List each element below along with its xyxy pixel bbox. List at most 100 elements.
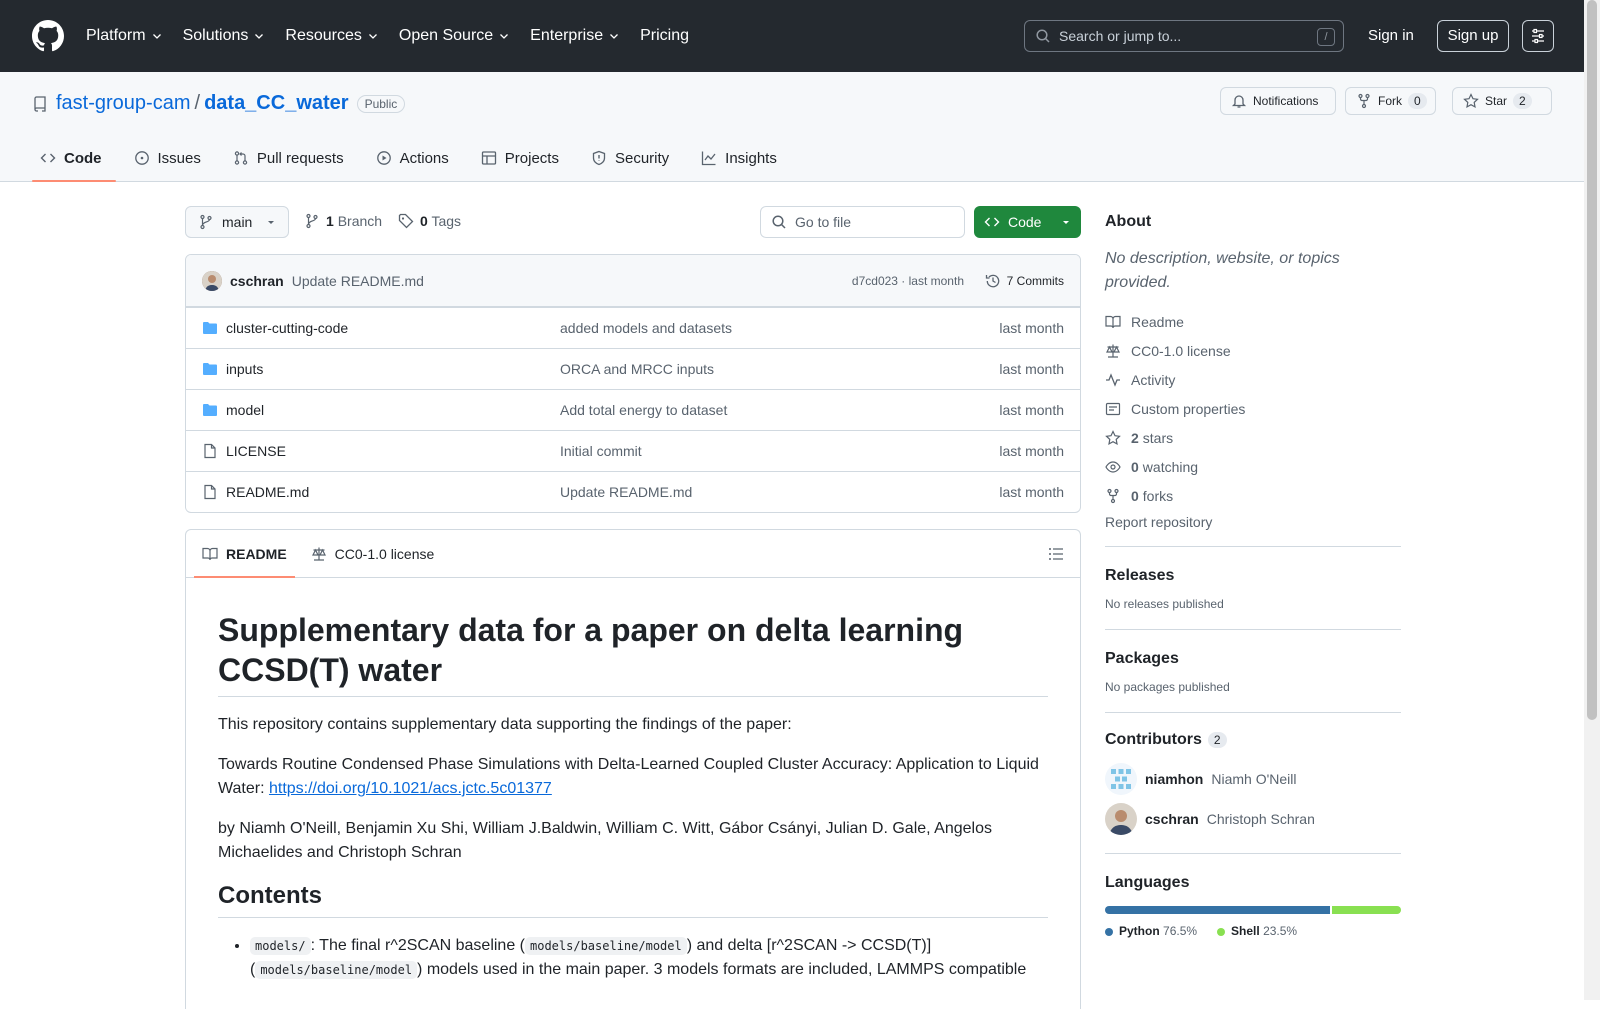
book-icon	[1105, 314, 1121, 330]
contents-heading: Contents	[218, 881, 1048, 918]
repo-owner-link[interactable]: fast-group-cam	[56, 92, 191, 115]
file-age: last month	[999, 361, 1064, 377]
search-input[interactable]: Search or jump to... /	[1024, 20, 1344, 52]
tab-projects[interactable]: Projects	[473, 134, 573, 182]
go-to-file-input[interactable]: Go to file	[760, 206, 965, 238]
shield-icon	[591, 150, 607, 166]
code-button-label: Code	[1008, 214, 1042, 230]
branches-link[interactable]: 1 Branch	[326, 213, 382, 229]
contributors-heading[interactable]: Contributors	[1105, 731, 1202, 749]
contributor-name: Niamh O'Neill	[1211, 771, 1297, 787]
avatar[interactable]	[202, 270, 222, 291]
forks-link[interactable]: 0 forks	[1105, 481, 1401, 510]
nav-open-source[interactable]: Open Source	[399, 27, 510, 45]
scrollbar[interactable]	[1584, 0, 1600, 1000]
readme-authors: by Niamh O'Neill, Benjamin Xu Shi, Willi…	[218, 820, 992, 861]
star-count: 2	[1513, 93, 1532, 109]
commits-link[interactable]: 7 Commits	[985, 273, 1064, 289]
file-commit-message[interactable]: ORCA and MRCC inputs	[560, 361, 714, 377]
commit-hash-time[interactable]: d7cd023 · last month	[852, 274, 964, 288]
nav-platform[interactable]: Platform	[86, 27, 163, 45]
packages-heading[interactable]: Packages	[1105, 650, 1401, 668]
commit-author[interactable]: cschran	[230, 273, 284, 289]
github-logo-icon[interactable]	[32, 20, 64, 52]
tab-insights[interactable]: Insights	[693, 134, 791, 182]
nav-label: Platform	[86, 27, 146, 44]
tab-pull-requests[interactable]: Pull requests	[225, 134, 358, 182]
readme-panel: README CC0-1.0 license Supplementary dat…	[185, 529, 1081, 1009]
watching-link[interactable]: 0 watching	[1105, 452, 1401, 481]
commit-message[interactable]: Update README.md	[292, 273, 424, 289]
divider	[1105, 853, 1401, 854]
go-to-file-placeholder: Go to file	[795, 214, 852, 230]
fork-button[interactable]: Fork 0	[1345, 87, 1436, 115]
avatar[interactable]	[1105, 803, 1137, 835]
nav-label: Solutions	[182, 27, 249, 44]
tab-issues[interactable]: Issues	[126, 134, 215, 182]
repo-name-link[interactable]: data_CC_water	[204, 92, 349, 115]
file-icon	[202, 443, 218, 459]
tab-actions[interactable]: Actions	[368, 134, 463, 182]
scrollbar-thumb[interactable]	[1587, 0, 1597, 720]
file-name[interactable]: cluster-cutting-code	[226, 320, 348, 336]
tab-license[interactable]: CC0-1.0 license	[303, 530, 443, 577]
watching-label: watching	[1142, 458, 1199, 475]
doi-link[interactable]: https://doi.org/10.1021/acs.jctc.5c01377	[269, 780, 552, 797]
activity-link[interactable]: Activity	[1105, 365, 1401, 394]
file-row[interactable]: model Add total energy to dataset last m…	[186, 389, 1080, 430]
file-commit-message[interactable]: Initial commit	[560, 443, 642, 459]
contributor-row[interactable]: cschran Christoph Schran	[1105, 799, 1401, 839]
tab-readme[interactable]: README	[194, 530, 295, 578]
releases-heading[interactable]: Releases	[1105, 567, 1401, 585]
avatar[interactable]	[1105, 763, 1137, 795]
nav-label: Resources	[285, 27, 362, 44]
contributors-count: 2	[1207, 732, 1227, 748]
file-toolbar: main 1 Branch 0 Tags Go to file Code	[185, 206, 1081, 238]
tab-security[interactable]: Security	[583, 134, 683, 182]
code-icon	[40, 150, 56, 166]
law-icon	[1105, 343, 1121, 359]
nav-solutions[interactable]: Solutions	[183, 27, 266, 45]
sign-in-link[interactable]: Sign in	[1368, 27, 1414, 44]
file-commit-message[interactable]: added models and datasets	[560, 320, 732, 336]
contents-list: models/: The final r^2SCAN baseline (mod…	[218, 934, 1048, 982]
file-commit-message[interactable]: Update README.md	[560, 484, 692, 500]
branch-select-button[interactable]: main	[185, 206, 289, 238]
sign-up-button[interactable]: Sign up	[1437, 20, 1509, 52]
tags-link[interactable]: 0 Tags	[420, 213, 461, 229]
file-name[interactable]: model	[226, 402, 264, 418]
fork-label: Fork	[1378, 94, 1402, 108]
caret-down-icon	[266, 217, 276, 227]
language-percent: 76.5%	[1163, 924, 1198, 938]
file-row[interactable]: LICENSE Initial commit last month	[186, 430, 1080, 471]
file-row[interactable]: README.md Update README.md last month	[186, 471, 1080, 512]
report-repository-link[interactable]: Report repository	[1105, 514, 1401, 530]
language-name: Python	[1119, 924, 1160, 938]
file-name[interactable]: inputs	[226, 361, 263, 377]
file-name[interactable]: README.md	[226, 484, 309, 500]
link-label: Activity	[1131, 371, 1176, 388]
stars-link[interactable]: 2 stars	[1105, 423, 1401, 452]
file-name[interactable]: LICENSE	[226, 443, 286, 459]
fork-icon	[1105, 488, 1121, 504]
list-item: models/: The final r^2SCAN baseline (mod…	[250, 934, 1048, 982]
menu-button[interactable]	[1522, 20, 1554, 52]
nav-pricing[interactable]: Pricing	[640, 27, 689, 45]
readme-link[interactable]: Readme	[1105, 307, 1401, 336]
file-row[interactable]: cluster-cutting-code added models and da…	[186, 307, 1080, 348]
bell-icon	[1231, 93, 1247, 109]
file-commit-message[interactable]: Add total energy to dataset	[560, 402, 727, 418]
language-item[interactable]: Shell 23.5%	[1217, 924, 1297, 938]
license-link[interactable]: CC0-1.0 license	[1105, 336, 1401, 365]
star-button[interactable]: Star 2	[1452, 87, 1552, 115]
list-icon[interactable]	[1048, 546, 1064, 562]
language-item[interactable]: Python 76.5%	[1105, 924, 1197, 938]
custom-properties-link[interactable]: Custom properties	[1105, 394, 1401, 423]
file-row[interactable]: inputs ORCA and MRCC inputs last month	[186, 348, 1080, 389]
nav-resources[interactable]: Resources	[285, 27, 378, 45]
tab-code[interactable]: Code	[32, 134, 116, 182]
code-button[interactable]: Code	[974, 206, 1081, 238]
contributor-row[interactable]: niamhon Niamh O'Neill	[1105, 759, 1401, 799]
nav-enterprise[interactable]: Enterprise	[530, 27, 620, 45]
notifications-button[interactable]: Notifications	[1220, 87, 1336, 115]
